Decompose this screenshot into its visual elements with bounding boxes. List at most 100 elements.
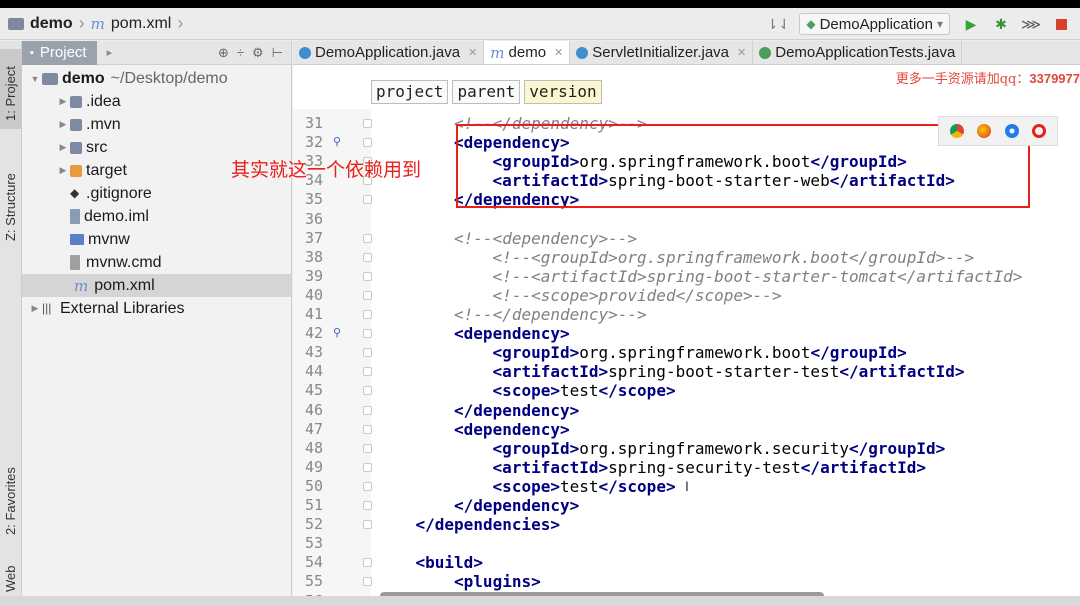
tree-item-mvnw[interactable]: mvnw (22, 228, 291, 251)
code-line[interactable]: </dependency> (454, 190, 579, 209)
fold-marker-icon[interactable] (363, 138, 372, 148)
collapsed-arrow-icon[interactable]: ▶ (28, 303, 42, 314)
code-line[interactable]: <!--<groupId>org.springframework.boot</g… (493, 248, 975, 267)
tree-item-gitignore[interactable]: ◆ .gitignore (22, 182, 291, 205)
opera-icon[interactable] (1032, 124, 1047, 138)
xml-text: org.springframework.boot (579, 343, 811, 363)
editor-tab-demo[interactable]: m demo ✕ (484, 41, 571, 64)
dependency-gutter-icon[interactable]: ⚲ (333, 326, 341, 339)
editor-tab-demo-application[interactable]: DemoApplication.java ✕ (293, 41, 485, 64)
line-number: 46 (304, 400, 323, 419)
breadcrumb-project[interactable]: demo (0, 8, 73, 40)
xml-crumb-version[interactable]: version (524, 80, 602, 104)
close-icon[interactable]: ✕ (737, 46, 746, 59)
code-line[interactable]: <artifactId>spring-boot-starter-web</art… (493, 171, 955, 190)
fold-marker-icon[interactable] (363, 424, 372, 434)
collapsed-arrow-icon[interactable]: ▶ (56, 96, 70, 107)
tree-item-demo-iml[interactable]: demo.iml (22, 205, 291, 228)
fold-marker-icon[interactable] (363, 329, 372, 339)
project-view-selector[interactable]: ▪ Project (22, 40, 97, 65)
code-line[interactable]: <!--<scope>provided</scope>--> (493, 286, 782, 305)
fold-marker-icon[interactable] (363, 501, 372, 510)
collapsed-arrow-icon[interactable]: ▶ (56, 119, 70, 130)
fold-marker-icon[interactable] (363, 119, 372, 128)
code-line[interactable]: <artifactId>spring-boot-starter-test</ar… (493, 362, 965, 381)
breadcrumb-file[interactable]: m pom.xml (91, 8, 172, 40)
gear-icon[interactable]: ⚙ (252, 45, 264, 61)
fold-marker-icon[interactable] (363, 290, 372, 300)
code-line[interactable]: <plugins> (454, 572, 541, 591)
xml-crumb-parent[interactable]: parent (452, 80, 521, 104)
code-line[interactable]: <dependency> (454, 133, 570, 152)
tree-item-mvnw-cmd[interactable]: mvnw.cmd (22, 251, 291, 274)
code-line[interactable]: <build> (416, 553, 483, 572)
code-line[interactable]: <groupId>org.springframework.boot</group… (493, 343, 907, 362)
collapsed-arrow-icon[interactable]: ▶ (56, 165, 70, 176)
fold-marker-icon[interactable] (363, 558, 372, 568)
hide-panel-icon[interactable]: ⊢ (272, 45, 283, 61)
code-line[interactable]: <scope>test</scope> (493, 381, 676, 400)
code-line[interactable]: <dependency> (454, 324, 570, 343)
fold-marker-icon[interactable] (363, 367, 372, 377)
chevron-right-icon[interactable]: ▸ (107, 46, 113, 59)
editor-tab-demo-application-tests[interactable]: DemoApplicationTests.java (753, 41, 963, 64)
tree-item-path: ~/Desktop/demo (110, 69, 228, 87)
tree-item-external-libraries[interactable]: ▶ ||| External Libraries (22, 297, 291, 320)
code-line[interactable]: <scope>test</scope> (493, 477, 676, 496)
run-icon[interactable]: ▶ (962, 15, 980, 33)
code-line[interactable]: <artifactId>spring-security-test</artifa… (493, 458, 926, 477)
code-line[interactable]: <!--</dependency>--> (454, 114, 647, 133)
code-line[interactable]: <!--</dependency>--> (454, 305, 647, 324)
fold-marker-icon[interactable] (363, 233, 372, 243)
web-tool-tab[interactable]: Web (0, 546, 22, 596)
debug-bug-icon[interactable]: ✱ (992, 15, 1010, 33)
collapse-all-icon[interactable]: ÷ (237, 45, 244, 61)
code-editor[interactable]: <!--</dependency>--> <dependency> <groupId… (377, 109, 1080, 606)
code-line[interactable]: <dependency> (454, 420, 570, 439)
close-icon[interactable]: ✕ (468, 46, 477, 59)
target-locate-icon[interactable]: ⊕ (218, 45, 229, 61)
code-line[interactable]: </dependency> (454, 496, 579, 515)
fold-marker-icon[interactable] (363, 577, 372, 587)
line-number: 37 (304, 228, 323, 247)
fold-marker-icon[interactable] (363, 348, 372, 358)
tree-item-pom-xml[interactable]: m pom.xml (22, 274, 291, 297)
line-number: 35 (304, 190, 323, 209)
fold-marker-icon[interactable] (363, 443, 372, 453)
fold-marker-icon[interactable] (363, 386, 372, 396)
code-line[interactable]: </dependency> (454, 401, 579, 420)
close-icon[interactable]: ✕ (554, 46, 563, 59)
dependency-gutter-icon[interactable]: ⚲ (333, 135, 341, 148)
coverage-icon[interactable]: ⋙ (1021, 15, 1041, 33)
fold-marker-icon[interactable] (363, 462, 372, 472)
structure-tool-tab[interactable]: Z: Structure (0, 141, 22, 251)
fold-marker-icon[interactable] (363, 271, 372, 281)
project-tool-tab[interactable]: 1: Project (0, 49, 22, 129)
fold-marker-icon[interactable] (363, 195, 372, 205)
code-line[interactable]: <!--<dependency>--> (454, 229, 637, 248)
fold-marker-icon[interactable] (363, 481, 372, 491)
tree-item-idea[interactable]: ▶ .idea (22, 90, 291, 113)
code-line[interactable]: </dependencies> (416, 515, 561, 534)
fold-marker-icon[interactable] (363, 520, 372, 530)
fold-marker-icon[interactable] (363, 310, 372, 319)
run-configuration-select[interactable]: ◆ DemoApplication ▾ (799, 13, 950, 35)
watermark-label: 更多一手资源请加qq： (895, 72, 1030, 87)
xml-crumb-project[interactable]: project (371, 80, 449, 104)
collapsed-arrow-icon[interactable]: ▶ (56, 142, 70, 153)
fold-marker-icon[interactable] (363, 252, 372, 262)
code-line[interactable]: <!--<artifactId>spring-boot-starter-tomc… (493, 267, 1023, 286)
tree-item-demo[interactable]: ▼ demo ~/Desktop/demo (22, 67, 291, 90)
favorites-tool-tab[interactable]: 2: Favorites (0, 451, 22, 541)
safari-icon[interactable] (1004, 124, 1019, 138)
fold-marker-icon[interactable] (363, 405, 372, 415)
build-hammer-icon[interactable]: ⇂⇃ (767, 15, 790, 33)
chrome-icon[interactable] (949, 124, 964, 138)
firefox-icon[interactable] (977, 124, 992, 138)
editor-tab-servlet-initializer[interactable]: ServletInitializer.java ✕ (570, 41, 754, 64)
tree-item-mvn[interactable]: ▶ .mvn (22, 113, 291, 136)
code-line[interactable]: <groupId>org.springframework.boot</group… (493, 152, 907, 171)
stop-icon[interactable] (1052, 15, 1070, 33)
expand-arrow-icon[interactable]: ▼ (28, 74, 42, 84)
code-line[interactable]: <groupId>org.springframework.security</g… (493, 439, 946, 458)
